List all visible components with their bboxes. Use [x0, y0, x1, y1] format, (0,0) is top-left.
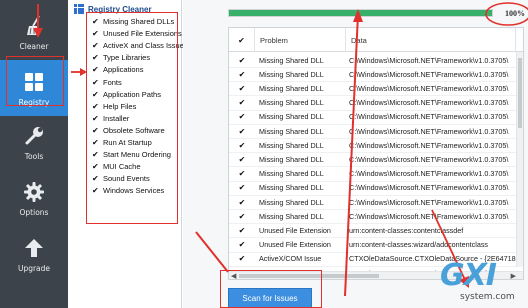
watermark-logo: GXI system.com — [440, 258, 528, 308]
watermark-brand: GXI — [440, 258, 497, 293]
watermark-site: system.com — [460, 292, 515, 302]
